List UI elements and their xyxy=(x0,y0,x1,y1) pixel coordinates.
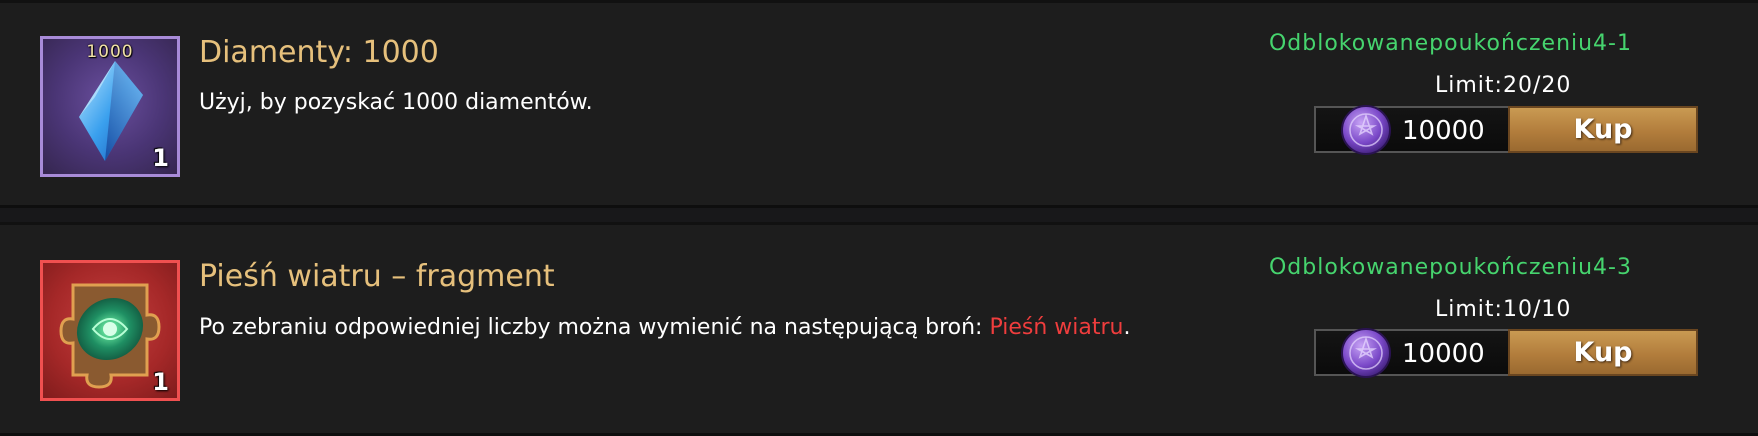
unlock-requirement: Odblokowanepoukończeniu4-1 xyxy=(1268,31,1632,56)
price-field: 10000 xyxy=(1314,105,1510,155)
purchase-controls: 10000 Kup xyxy=(1314,328,1698,378)
item-count: 1 xyxy=(152,368,169,396)
buy-button[interactable]: Kup xyxy=(1508,329,1698,376)
item-description: Po zebraniu odpowiedniej liczby można wy… xyxy=(199,315,1131,340)
shop-item-row: 1000 1 Diamenty: 1000 Użyj, by pozyskać … xyxy=(0,0,1758,208)
price-field: 10000 xyxy=(1314,328,1510,378)
item-slot[interactable]: 1000 1 xyxy=(40,36,180,177)
description-text: Po zebraniu odpowiedniej liczby można wy… xyxy=(199,315,990,340)
purchase-controls: 10000 Kup xyxy=(1314,105,1698,155)
buy-button[interactable]: Kup xyxy=(1508,106,1698,153)
item-count: 1 xyxy=(152,144,169,172)
item-title: Pieśń wiatru – fragment xyxy=(199,259,555,294)
unlock-requirement: Odblokowanepoukończeniu4-3 xyxy=(1268,255,1632,280)
price-value: 10000 xyxy=(1402,116,1485,146)
item-title: Diamenty: 1000 xyxy=(199,35,439,70)
purple-rune-coin-icon xyxy=(1341,328,1391,378)
description-suffix: . xyxy=(1123,315,1131,340)
item-description: Użyj, by pozyskać 1000 diamentów. xyxy=(199,90,593,115)
shop-item-row: 1 Pieśń wiatru – fragment Po zebraniu od… xyxy=(0,222,1758,436)
purchase-limit: Limit:20/20 xyxy=(1435,73,1572,98)
weapon-name-highlight: Pieśń wiatru xyxy=(989,315,1124,340)
purchase-limit: Limit:10/10 xyxy=(1435,297,1572,322)
purple-rune-coin-icon xyxy=(1341,105,1391,155)
shop-item-list: 1000 1 Diamenty: 1000 Użyj, by pozyskać … xyxy=(0,0,1758,436)
item-slot[interactable]: 1 xyxy=(40,260,180,401)
icon-quantity-label: 1000 xyxy=(86,42,134,62)
price-value: 10000 xyxy=(1402,339,1485,369)
